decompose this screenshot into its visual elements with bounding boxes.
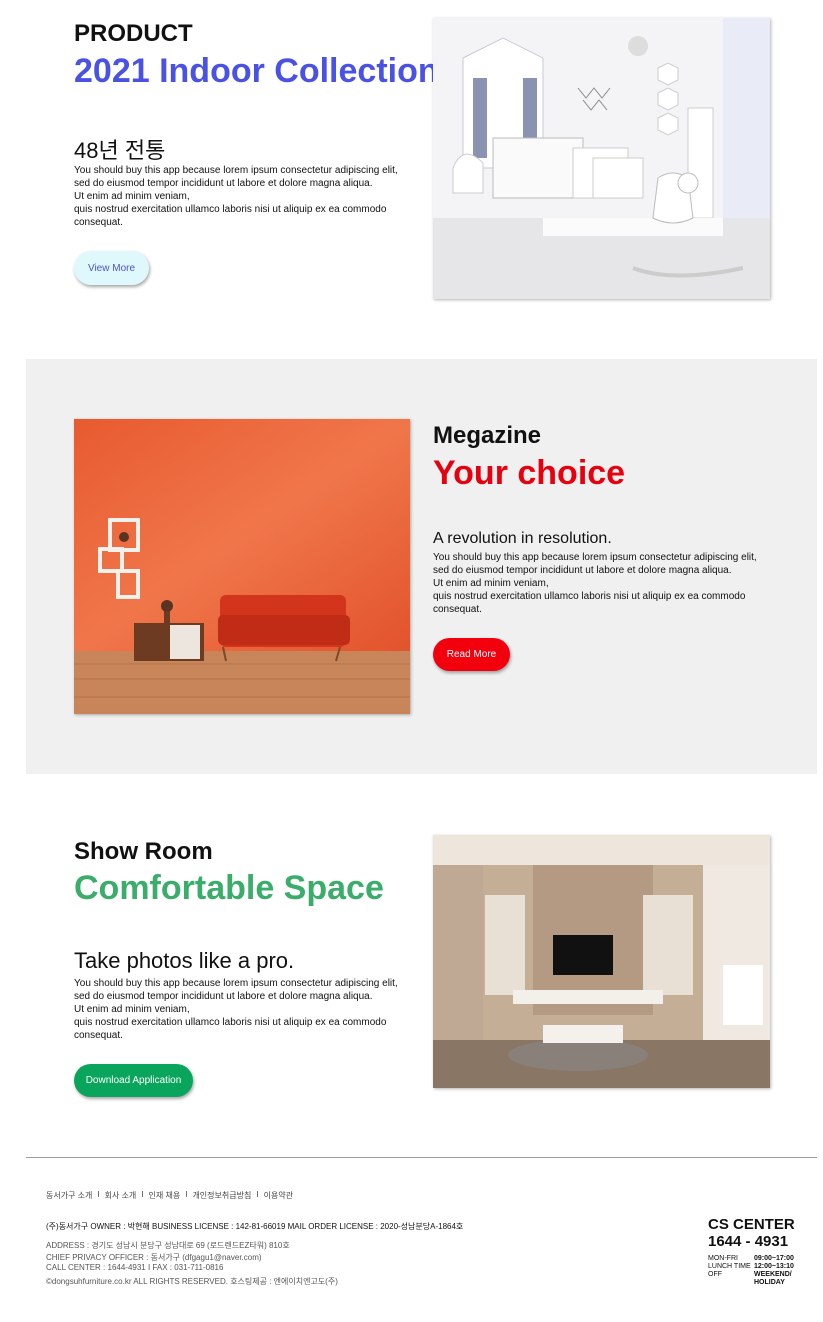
footer-link-terms[interactable]: 이용약관 (264, 1190, 293, 1201)
hours-value: 09:00~17:00 (754, 1255, 794, 1262)
hours-value: 12:00~13:10 (754, 1263, 794, 1270)
hours-value: WEEKEND/ HOLIDAY (754, 1271, 792, 1286)
section-body: You should buy this app because lorem ip… (433, 552, 757, 615)
hours-label: LUNCH TIME (708, 1263, 751, 1270)
section-subtitle: 48년 전통 (74, 138, 166, 163)
orange-living-room-image (74, 419, 410, 714)
footer-link-company[interactable]: 회사 소개 (105, 1190, 137, 1201)
section-category: PRODUCT (74, 20, 193, 47)
download-application-button[interactable]: Download Application (74, 1064, 193, 1097)
nursery-room-image (433, 18, 770, 299)
section-subtitle: A revolution in resolution. (433, 530, 612, 547)
hours-label: MON-FRI (708, 1255, 738, 1262)
footer-privacy-officer: CHIEF PRIVACY OFFICER : 동서가구 (dfgagu1@na… (46, 1253, 262, 1262)
footer-company-line: (주)동서가구 OWNER : 박현해 BUSINESS LICENSE : 1… (46, 1222, 464, 1231)
section-title: 2021 Indoor Collection (74, 52, 439, 90)
footer-call-center: CALL CENTER : 1644-4931 I FAX : 031-711-… (46, 1263, 224, 1272)
section-title: Your choice (433, 454, 626, 492)
footer-link-separator: I (185, 1190, 188, 1199)
footer-divider (26, 1157, 817, 1158)
footer-link-careers[interactable]: 인재 채용 (149, 1190, 181, 1201)
footer-link-about-dongsuh[interactable]: 동서가구 소개 (46, 1190, 92, 1201)
footer-link-separator: I (97, 1190, 100, 1199)
showroom-image (433, 835, 770, 1088)
footer-links: 동서가구 소개 I 회사 소개 I 인재 채용 I 개인정보취급방침 I 이용약… (46, 1190, 293, 1201)
section-category: Megazine (433, 422, 542, 449)
footer-link-privacy[interactable]: 개인정보취급방침 (192, 1190, 251, 1201)
footer-copyright: ©dongsuhfurniture.co.kr ALL RIGHTS RESER… (46, 1277, 338, 1286)
hours-label: OFF (708, 1271, 722, 1278)
cs-center-title: CS CENTER (708, 1216, 795, 1233)
footer-address: ADDRESS : 경기도 성남시 분당구 성남대로 69 (로드렌드EZ타워)… (46, 1241, 290, 1250)
section-category: Show Room (74, 838, 213, 865)
section-title: Comfortable Space (74, 869, 384, 907)
section-body: You should buy this app because lorem ip… (74, 978, 398, 1041)
view-more-button[interactable]: View More (74, 251, 149, 285)
read-more-button[interactable]: Read More (433, 638, 510, 671)
footer-link-separator: I (256, 1190, 259, 1199)
cs-center-phone: 1644 - 4931 (708, 1233, 789, 1250)
section-body: You should buy this app because lorem ip… (74, 165, 398, 228)
cs-hours: MON-FRI 09:00~17:00 LUNCH TIME 12:00~13:10… (708, 1255, 798, 1287)
footer-link-separator: I (141, 1190, 144, 1199)
section-subtitle: Take photos like a pro. (74, 948, 295, 973)
